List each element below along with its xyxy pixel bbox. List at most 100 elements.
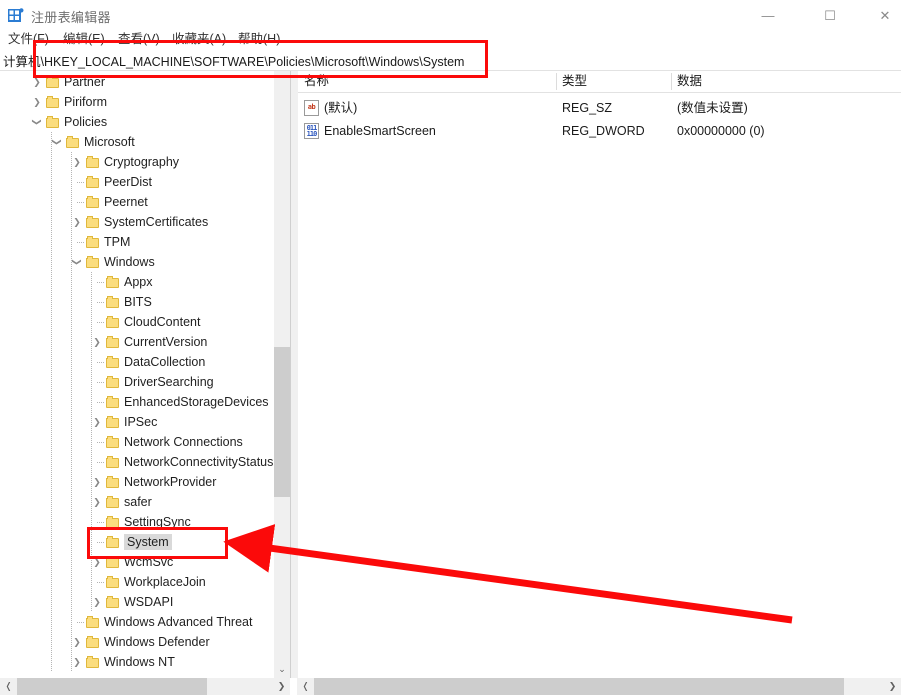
tree-item[interactable]: NetworkConnectivityStatus xyxy=(0,452,274,472)
tree-hscroll-thumb[interactable] xyxy=(17,678,207,695)
tree-item[interactable]: ❯ NetworkProvider xyxy=(0,472,274,492)
list-scroll-left-icon[interactable]: ❬ xyxy=(297,678,314,695)
chevron-right-icon[interactable]: ❯ xyxy=(92,417,102,427)
tree-connector-line xyxy=(71,172,72,192)
registry-values-list[interactable]: 名称 类型 数据 ab (默认) REG_SZ (数值未设置) 011 110 EnableSm… xyxy=(298,71,901,678)
column-header-0[interactable]: 名称 xyxy=(298,71,556,92)
tree-item-label: Windows Defender xyxy=(104,635,210,649)
value-row[interactable]: ab (默认) REG_SZ (数值未设置) xyxy=(298,97,901,119)
scroll-left-icon[interactable]: ❬ xyxy=(0,678,17,695)
tree-connector-line xyxy=(51,352,52,372)
scroll-up-icon[interactable]: ⌃ xyxy=(274,71,290,88)
chevron-right-icon[interactable]: ❯ xyxy=(92,337,102,347)
tree-connector-line xyxy=(51,472,52,492)
tree-connector-line xyxy=(91,532,92,552)
tree-connector-line xyxy=(91,572,92,592)
tree-connector-line xyxy=(71,472,72,492)
list-scroll-right-icon[interactable]: ❯ xyxy=(884,678,901,695)
tree-item-selected[interactable]: System xyxy=(0,532,274,552)
chevron-right-icon[interactable]: ❯ xyxy=(92,597,102,607)
chevron-down-icon[interactable]: ❯ xyxy=(52,137,62,147)
chevron-down-icon[interactable]: ❯ xyxy=(32,117,42,127)
close-button[interactable]: ✕ xyxy=(869,0,901,30)
chevron-right-icon[interactable]: ❯ xyxy=(92,557,102,567)
tree-horizontal-scrollbar[interactable]: ❬ ❯ xyxy=(0,678,290,695)
tree-item[interactable]: ❯ Partner xyxy=(0,72,274,92)
menu-item-2[interactable]: 查看(V) xyxy=(118,28,160,48)
tree-item[interactable]: DriverSearching xyxy=(0,372,274,392)
tree-item[interactable]: PeerDist xyxy=(0,172,274,192)
tree-item[interactable]: ❯ Microsoft xyxy=(0,132,274,152)
folder-icon xyxy=(106,436,120,448)
tree-item[interactable]: TPM xyxy=(0,232,274,252)
tree-item[interactable]: Peernet xyxy=(0,192,274,212)
tree-item[interactable]: ❯ WSDAPI xyxy=(0,592,274,612)
list-hscroll-thumb[interactable] xyxy=(314,678,844,695)
column-separator[interactable] xyxy=(556,73,557,90)
tree-item[interactable]: ❯ Windows Defender xyxy=(0,632,274,652)
tree-item[interactable]: Windows Advanced Threat xyxy=(0,612,274,632)
chevron-right-icon[interactable]: ❯ xyxy=(92,477,102,487)
menu-item-0[interactable]: 文件(F) xyxy=(8,28,49,48)
tree-connector-line xyxy=(51,392,52,412)
tree-item[interactable]: ❯ SystemCertificates xyxy=(0,212,274,232)
folder-icon xyxy=(86,176,100,188)
tree-vertical-scrollbar[interactable]: ⌃ ⌄ xyxy=(274,71,290,678)
tree-item[interactable]: ❯ Windows xyxy=(0,252,274,272)
tree-item[interactable]: Appx xyxy=(0,272,274,292)
tree-item[interactable]: DataCollection xyxy=(0,352,274,372)
tree-item[interactable]: CloudContent xyxy=(0,312,274,332)
chevron-right-icon[interactable]: ❯ xyxy=(72,157,82,167)
tree-item[interactable]: ❯ WcmSvc xyxy=(0,552,274,572)
chevron-right-icon[interactable]: ❯ xyxy=(32,97,42,107)
menu-item-1[interactable]: 编辑(E) xyxy=(63,28,105,48)
maximize-button[interactable]: ☐ xyxy=(807,0,853,30)
list-column-headers: 名称 类型 数据 xyxy=(298,71,901,93)
tree-connector-line xyxy=(71,552,72,572)
string-value-icon: ab xyxy=(304,100,319,116)
tree-item-label: System xyxy=(124,534,172,550)
minimize-button[interactable]: — xyxy=(745,0,791,30)
tree-item-label: safer xyxy=(124,495,152,509)
tree-connector-stub xyxy=(97,362,104,363)
tree-item-label: Partner xyxy=(64,75,105,89)
scroll-down-icon[interactable]: ⌄ xyxy=(274,661,290,678)
tree-item-label: IPSec xyxy=(124,415,158,429)
menu-item-3[interactable]: 收藏夹(A) xyxy=(172,28,226,48)
tree-item[interactable]: BITS xyxy=(0,292,274,312)
tree-item-label: NetworkProvider xyxy=(124,475,217,489)
tree-item[interactable]: EnhancedStorageDevices xyxy=(0,392,274,412)
registry-key-tree[interactable]: ❯ Partner ❯ Piriform ❯ Policies ❯ Microsoft ❯ Cry… xyxy=(0,71,274,678)
column-header-2[interactable]: 数据 xyxy=(671,71,901,92)
value-row[interactable]: 011 110 EnableSmartScreen REG_DWORD 0x000000… xyxy=(298,120,901,142)
tree-item[interactable]: ❯ Windows NT xyxy=(0,652,274,672)
tree-item[interactable]: ❯ Piriform xyxy=(0,92,274,112)
close-icon: ✕ xyxy=(879,7,891,23)
chevron-right-icon[interactable]: ❯ xyxy=(72,637,82,647)
folder-icon xyxy=(106,516,120,528)
tree-item[interactable]: SettingSync xyxy=(0,512,274,532)
tree-item[interactable]: ❯ Policies xyxy=(0,112,274,132)
tree-item-label: Cryptography xyxy=(104,155,180,169)
chevron-down-icon[interactable]: ❯ xyxy=(72,257,82,267)
tree-item[interactable]: WorkplaceJoin xyxy=(0,572,274,592)
value-type: REG_SZ xyxy=(562,101,613,115)
list-horizontal-scrollbar[interactable]: ❬ ❯ xyxy=(297,678,901,695)
menu-item-4[interactable]: 帮助(H) xyxy=(238,28,280,48)
column-header-1[interactable]: 类型 xyxy=(556,71,671,92)
tree-item[interactable]: ❯ Cryptography xyxy=(0,152,274,172)
tree-item[interactable]: Network Connections xyxy=(0,432,274,452)
address-bar[interactable]: 计算机\HKEY_LOCAL_MACHINE\SOFTWARE\Policies… xyxy=(0,49,901,71)
scroll-right-icon[interactable]: ❯ xyxy=(273,678,290,695)
tree-item[interactable]: ❯ CurrentVersion xyxy=(0,332,274,352)
chevron-right-icon[interactable]: ❯ xyxy=(92,497,102,507)
tree-item[interactable]: ❯ IPSec xyxy=(0,412,274,432)
tree-item[interactable]: ❯ safer xyxy=(0,492,274,512)
chevron-right-icon[interactable]: ❯ xyxy=(72,217,82,227)
column-separator[interactable] xyxy=(671,73,672,90)
chevron-right-icon[interactable]: ❯ xyxy=(32,77,42,87)
tree-scroll-thumb[interactable] xyxy=(274,347,290,497)
chevron-right-icon[interactable]: ❯ xyxy=(72,657,82,667)
folder-icon xyxy=(106,496,120,508)
tree-connector-line xyxy=(51,252,52,272)
